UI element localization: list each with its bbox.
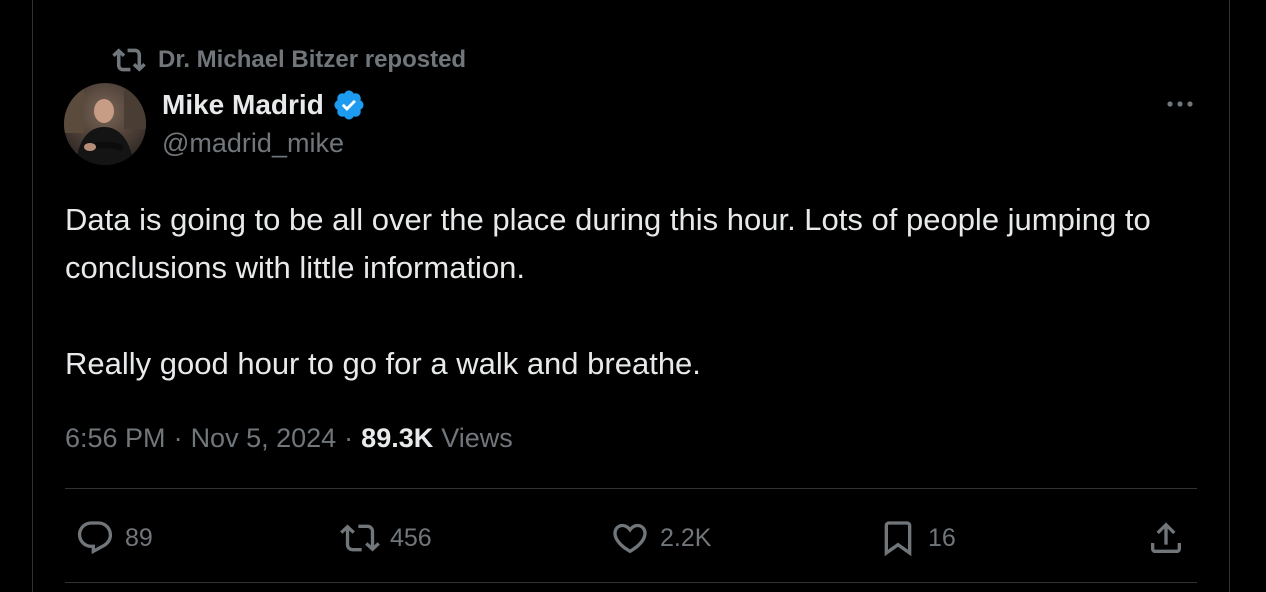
share-icon	[1146, 518, 1186, 558]
repost-button[interactable]: 456	[340, 516, 432, 560]
divider	[65, 582, 1197, 583]
tweet-paragraph: Data is going to be all over the place d…	[65, 202, 1151, 285]
tweet-text: Data is going to be all over the place d…	[65, 196, 1185, 388]
reply-icon	[75, 518, 115, 558]
share-button[interactable]	[1146, 516, 1186, 560]
divider	[65, 488, 1197, 489]
tweet-meta: 6:56 PM · Nov 5, 2024 · 89.3K Views	[65, 418, 513, 458]
author-display-name[interactable]: Mike Madrid	[162, 89, 324, 121]
heart-icon	[610, 518, 650, 558]
repost-count: 456	[390, 523, 432, 552]
like-button[interactable]: 2.2K	[610, 516, 711, 560]
timeline-right-border	[1229, 0, 1230, 592]
meta-separator: ·	[173, 422, 183, 453]
repost-banner-text: Dr. Michael Bitzer reposted	[158, 46, 467, 73]
bookmark-icon	[878, 518, 918, 558]
more-options-button[interactable]	[1160, 88, 1200, 120]
tweet-paragraph: Really good hour to go for a walk and br…	[65, 346, 701, 381]
tweet-time[interactable]: 6:56 PM	[65, 423, 166, 454]
views-count[interactable]: 89.3K	[361, 423, 433, 454]
like-count: 2.2K	[660, 523, 712, 552]
meta-separator: ·	[344, 422, 354, 453]
repost-icon	[112, 43, 146, 77]
verified-badge-icon[interactable]	[332, 88, 366, 122]
reply-count: 89	[125, 523, 153, 552]
timeline-left-border	[32, 0, 33, 592]
repost-banner[interactable]: Dr. Michael Bitzer reposted	[112, 44, 466, 76]
author-name-row: Mike Madrid	[162, 86, 366, 124]
repost-icon	[340, 518, 380, 558]
bookmark-count: 16	[928, 523, 956, 552]
views-label: Views	[441, 422, 513, 453]
author-handle[interactable]: @madrid_mike	[162, 128, 344, 159]
avatar[interactable]	[64, 83, 146, 165]
reply-button[interactable]: 89	[75, 516, 153, 560]
tweet-date[interactable]: Nov 5, 2024	[191, 423, 337, 454]
bookmark-button[interactable]: 16	[878, 516, 956, 560]
more-icon	[1165, 99, 1195, 109]
